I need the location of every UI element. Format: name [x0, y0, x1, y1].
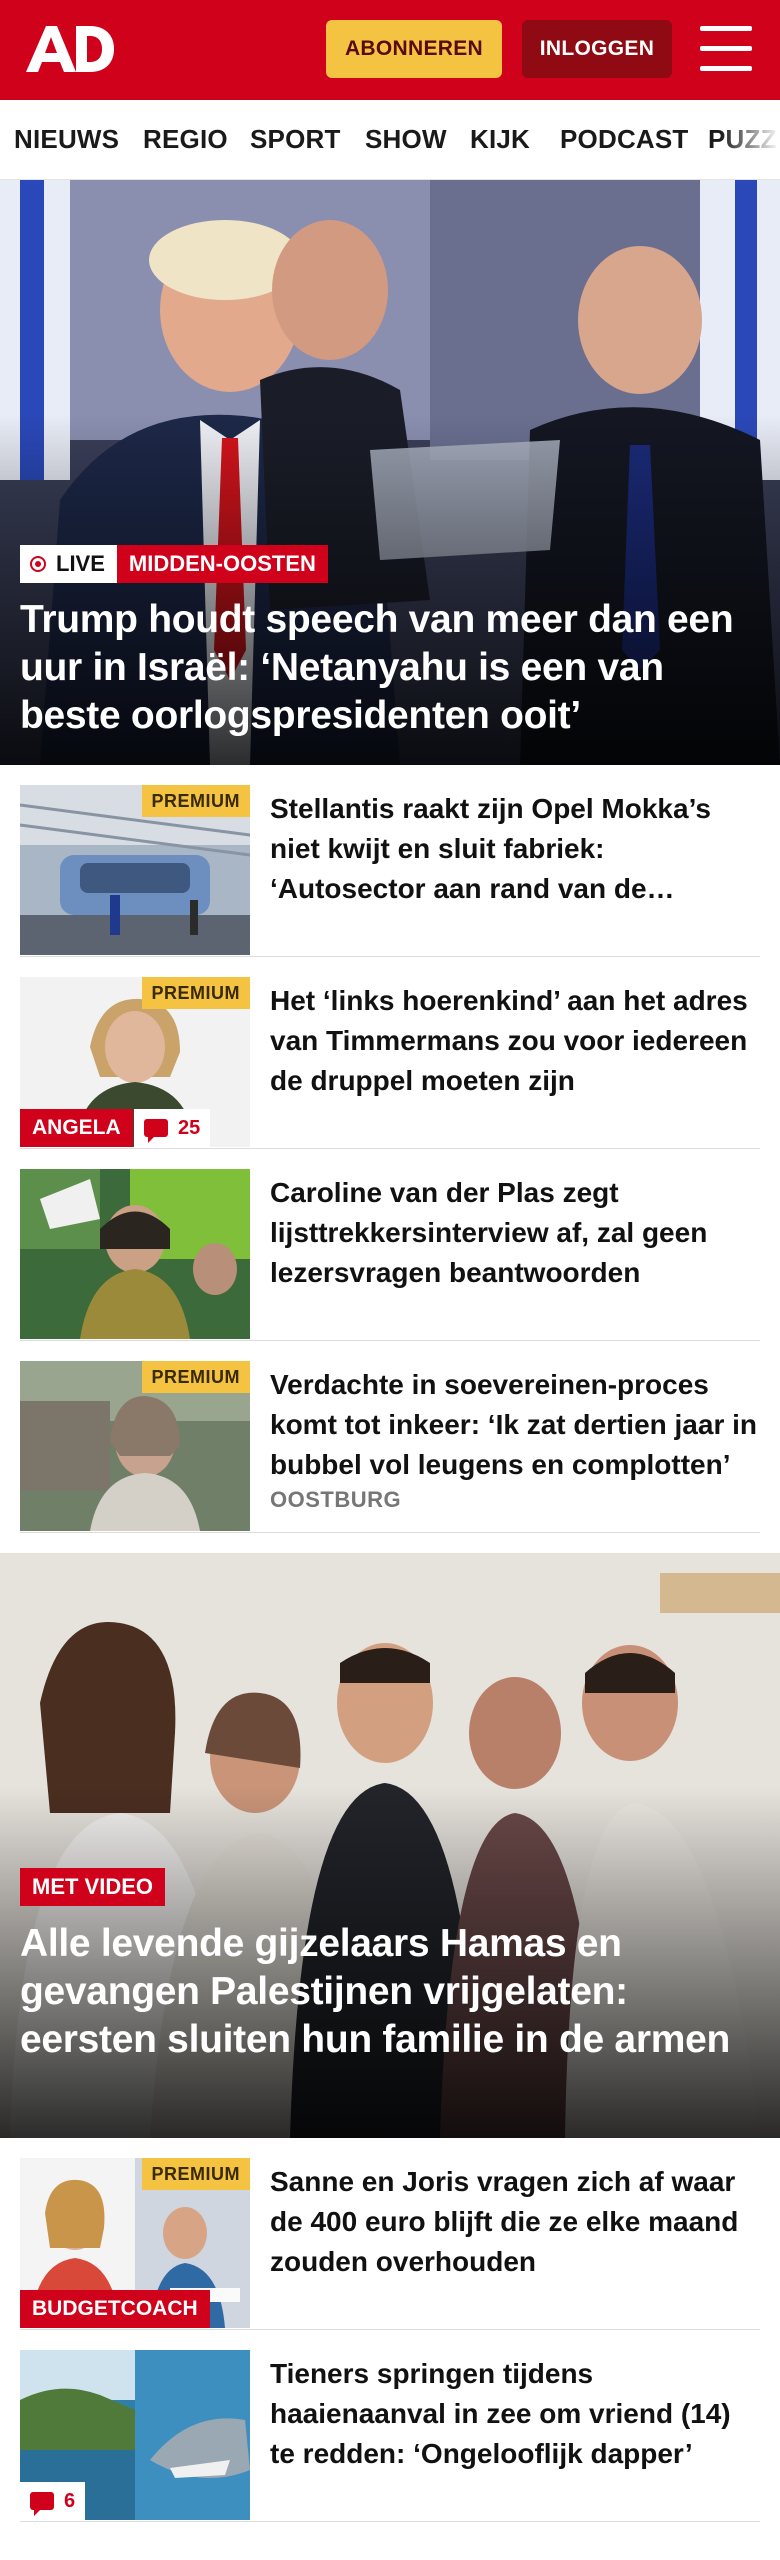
article-thumbnail: PREMIUM: [20, 1361, 250, 1531]
nav-item-show[interactable]: SHOW: [365, 100, 447, 179]
comment-count[interactable]: 25: [134, 1109, 211, 1147]
comment-count-value: 25: [178, 1116, 201, 1139]
article-thumbnail: 6: [20, 2350, 250, 2520]
comment-bubble-icon: [30, 2492, 54, 2516]
login-button[interactable]: INLOGGEN: [522, 20, 672, 78]
live-dot-icon: [30, 556, 46, 572]
article-thumbnail: PREMIUM BUDGETCOACH: [20, 2158, 250, 2328]
article-location: OOSTBURG: [270, 1487, 402, 1512]
nav-item-regio[interactable]: REGIO: [143, 100, 228, 179]
list-item[interactable]: PREMIUM BUDGETCOACH Sanne en Joris vrage…: [20, 2138, 760, 2330]
category-badge: MIDDEN-OOSTEN: [116, 545, 328, 583]
article-thumbnail: PREMIUM ANGELA 25: [20, 977, 250, 1147]
premium-badge: PREMIUM: [141, 1361, 250, 1393]
comment-count-value: 6: [64, 2489, 76, 2512]
nav-item-podcast[interactable]: PODCAST: [560, 100, 689, 179]
comment-count[interactable]: 6: [20, 2482, 86, 2520]
premium-badge: PREMIUM: [141, 2158, 250, 2190]
nav-item-sport[interactable]: SPORT: [250, 100, 341, 179]
article-thumbnail: [20, 1169, 250, 1339]
section-nav: NIEUWS REGIO SPORT SHOW KIJK PODCAST PUZ…: [0, 100, 780, 180]
top-bar: ABONNEREN INLOGGEN: [0, 0, 780, 100]
nav-fade: [720, 100, 780, 179]
hero-badges: LIVE MIDDEN-OOSTEN: [20, 545, 328, 583]
list-item[interactable]: PREMIUM ANGELA 25 Het ‘links hoerenkind’…: [20, 957, 760, 1149]
article-headline[interactable]: Stellantis raakt zijn Opel Mokka’s niet …: [270, 789, 760, 909]
hero-headline[interactable]: Alle levende gijzelaars Hamas en gevange…: [20, 1920, 760, 2064]
hero-headline[interactable]: Trump houdt speech van meer dan een uur …: [20, 596, 760, 740]
columnist-tag: BUDGETCOACH: [20, 2290, 210, 2328]
live-label: LIVE: [56, 551, 105, 576]
nav-item-nieuws[interactable]: NIEUWS: [14, 100, 119, 179]
comment-bubble-icon: [144, 1119, 168, 1143]
hero-article-trump[interactable]: LIVE MIDDEN-OOSTEN Trump houdt speech va…: [0, 180, 780, 765]
premium-badge: PREMIUM: [141, 785, 250, 817]
columnist-tag: ANGELA: [20, 1109, 133, 1147]
hero-article-hostages[interactable]: MET VIDEO Alle levende gijzelaars Hamas …: [0, 1553, 780, 2138]
article-headline[interactable]: Verdachte in soevereinen-proces komt tot…: [270, 1365, 760, 1485]
article-headline[interactable]: Het ‘links hoerenkind’ aan het adres van…: [270, 981, 760, 1101]
subscribe-button[interactable]: ABONNEREN: [326, 20, 502, 78]
video-badge: MET VIDEO: [20, 1868, 166, 1906]
article-thumbnail: PREMIUM: [20, 785, 250, 955]
nav-item-kijk[interactable]: KIJK: [470, 100, 530, 179]
list-item[interactable]: PREMIUM Stellantis raakt zijn Opel Mokka…: [20, 765, 760, 957]
hamburger-menu-icon[interactable]: [700, 26, 752, 72]
ad-logo[interactable]: [24, 20, 116, 80]
article-headline[interactable]: Tieners springen tijdens haaienaanval in…: [270, 2354, 760, 2474]
live-badge: LIVE: [20, 545, 117, 583]
thumb-image-rally: [20, 1169, 250, 1339]
article-headline[interactable]: Sanne en Joris vragen zich af waar de 40…: [270, 2162, 760, 2282]
article-headline[interactable]: Caroline van der Plas zegt lijsttrekkers…: [270, 1173, 760, 1293]
list-item[interactable]: 6 Tieners springen tijdens haaienaanval …: [20, 2330, 760, 2522]
hero-badges: MET VIDEO: [20, 1868, 166, 1906]
list-item[interactable]: PREMIUM Verdachte in soevereinen-proces …: [20, 1341, 760, 1533]
premium-badge: PREMIUM: [141, 977, 250, 1009]
list-item[interactable]: Caroline van der Plas zegt lijsttrekkers…: [20, 1149, 760, 1341]
